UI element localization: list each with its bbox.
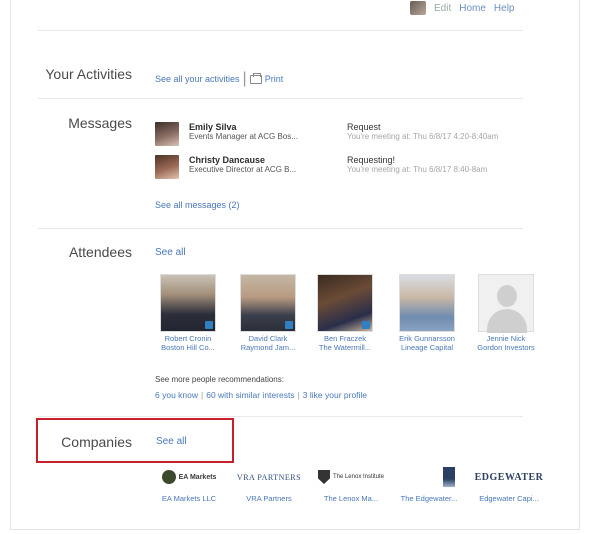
- top-link-help[interactable]: Help: [494, 3, 515, 14]
- rec-link-you-know[interactable]: 6 you know: [155, 390, 198, 400]
- see-all-messages-link[interactable]: See all messages (2): [155, 200, 240, 210]
- attendee-card[interactable]: David Clark Raymond Jam...: [238, 274, 298, 352]
- avatar[interactable]: [155, 155, 179, 179]
- avatar[interactable]: [155, 122, 179, 146]
- top-user-bar: Edit Home Help: [410, 0, 515, 16]
- sender-title: Executive Director at ACG B...: [189, 165, 297, 174]
- attendee-name[interactable]: Robert Cronin: [158, 334, 218, 343]
- message-sender: Emily Silva Events Manager at ACG Bos...: [189, 122, 339, 146]
- attendee-company[interactable]: Gordon Investors: [476, 343, 536, 352]
- pipe-separator: |: [297, 390, 300, 400]
- attendee-photo[interactable]: [399, 274, 455, 332]
- message-row[interactable]: Christy Dancause Executive Director at A…: [155, 155, 487, 179]
- person-silhouette-icon: [497, 285, 517, 307]
- highlight-box: [36, 418, 234, 463]
- activities-links: See all your activities | Print: [155, 70, 283, 88]
- attendee-card[interactable]: Robert Cronin Boston Hill Co...: [158, 274, 218, 352]
- company-name[interactable]: VRA Partners: [230, 494, 308, 503]
- message-content: Request You're meeting at: Thu 6/8/17 4:…: [347, 122, 498, 146]
- top-link-edit[interactable]: Edit: [434, 3, 451, 14]
- user-avatar[interactable]: [410, 1, 426, 15]
- recommendation-links: 6 you know | 60 with similar interests |…: [155, 390, 367, 400]
- recommendations-label: See more people recommendations:: [155, 375, 284, 384]
- company-logo[interactable]: EDGEWATER: [470, 466, 548, 488]
- linkedin-icon: [285, 321, 293, 329]
- attendee-name[interactable]: Ben Fraczek: [315, 334, 375, 343]
- company-card[interactable]: EA Markets EA Markets LLC: [150, 466, 228, 503]
- message-subject[interactable]: Request: [347, 122, 498, 132]
- company-name[interactable]: Edgewater Capi...: [470, 494, 548, 503]
- sender-name[interactable]: Christy Dancause: [189, 155, 339, 165]
- company-name[interactable]: EA Markets LLC: [150, 494, 228, 503]
- sender-title: Events Manager at ACG Bos...: [189, 132, 298, 141]
- company-logo[interactable]: The Lenox Institute: [312, 466, 390, 488]
- divider: [38, 30, 523, 31]
- company-logo[interactable]: [390, 466, 468, 488]
- company-logo[interactable]: VRA PARTNERS: [230, 466, 308, 488]
- attendee-company[interactable]: Lineage Capital: [397, 343, 457, 352]
- see-all-activities-link[interactable]: See all your activities: [155, 74, 240, 84]
- shield-icon: [317, 470, 330, 484]
- divider: [38, 416, 523, 417]
- linkedin-icon: [362, 321, 370, 329]
- message-sender: Christy Dancause Executive Director at A…: [189, 155, 339, 179]
- attendee-company[interactable]: Boston Hill Co...: [158, 343, 218, 352]
- rec-link-similar-interests[interactable]: 60 with similar interests: [206, 390, 294, 400]
- attendee-company[interactable]: The Watermill...: [315, 343, 375, 352]
- print-link[interactable]: Print: [265, 74, 284, 84]
- attendee-photo-placeholder[interactable]: [478, 274, 534, 333]
- logo-text: EDGEWATER: [474, 471, 544, 483]
- company-logo[interactable]: EA Markets: [150, 466, 228, 488]
- section-title-messages: Messages: [68, 115, 132, 131]
- section-title-activities: Your Activities: [45, 66, 132, 82]
- attendee-company[interactable]: Raymond Jam...: [238, 343, 298, 352]
- printer-icon[interactable]: [249, 72, 262, 84]
- message-snippet: You're meeting at: Thu 6/8/17 4:20-8:40a…: [347, 132, 499, 141]
- rec-link-like-profile[interactable]: 3 like your profile: [303, 390, 367, 400]
- person-silhouette-body: [487, 309, 527, 333]
- ea-markets-logo-icon: [161, 470, 176, 484]
- attendee-photo[interactable]: [240, 274, 296, 332]
- company-card[interactable]: VRA PARTNERS VRA Partners: [230, 466, 308, 504]
- divider: [38, 98, 523, 99]
- message-subject[interactable]: Requesting!: [347, 155, 487, 165]
- section-title-attendees: Attendees: [68, 244, 132, 260]
- attendee-photo[interactable]: [317, 274, 373, 332]
- attendee-name[interactable]: Jennie Nick: [476, 334, 536, 343]
- logo-text: The Lenox Institute: [332, 474, 385, 480]
- linkedin-icon: [205, 321, 213, 329]
- logo-text: VRA PARTNERS: [236, 472, 302, 482]
- attendee-name[interactable]: Erik Gunnarsson: [397, 334, 457, 343]
- company-card[interactable]: The Edgewater...: [390, 466, 468, 503]
- divider: [38, 228, 523, 229]
- company-card[interactable]: The Lenox Institute The Lenox Ma...: [312, 466, 390, 503]
- building-logo-icon: [443, 467, 455, 487]
- message-row[interactable]: Emily Silva Events Manager at ACG Bos...…: [155, 122, 498, 146]
- company-card[interactable]: EDGEWATER Edgewater Capi...: [470, 466, 548, 504]
- top-link-home[interactable]: Home: [459, 3, 486, 14]
- pipe-separator: |: [201, 390, 204, 400]
- message-content: Requesting! You're meeting at: Thu 6/8/1…: [347, 155, 487, 179]
- attendee-name[interactable]: David Clark: [238, 334, 298, 343]
- attendee-card[interactable]: Erik Gunnarsson Lineage Capital: [397, 274, 457, 352]
- company-name[interactable]: The Lenox Ma...: [312, 494, 390, 503]
- company-name[interactable]: The Edgewater...: [390, 494, 468, 503]
- attendee-card[interactable]: Jennie Nick Gordon Investors: [476, 274, 536, 352]
- attendee-photo[interactable]: [160, 274, 216, 332]
- logo-text: EA Markets: [178, 473, 217, 481]
- pipe-separator: |: [242, 70, 247, 87]
- see-all-attendees-link[interactable]: See all: [155, 247, 186, 258]
- sender-name[interactable]: Emily Silva: [189, 122, 339, 132]
- attendee-card[interactable]: Ben Fraczek The Watermill...: [315, 274, 375, 352]
- message-snippet: You're meeting at: Thu 6/8/17 8:40-8am: [347, 165, 488, 174]
